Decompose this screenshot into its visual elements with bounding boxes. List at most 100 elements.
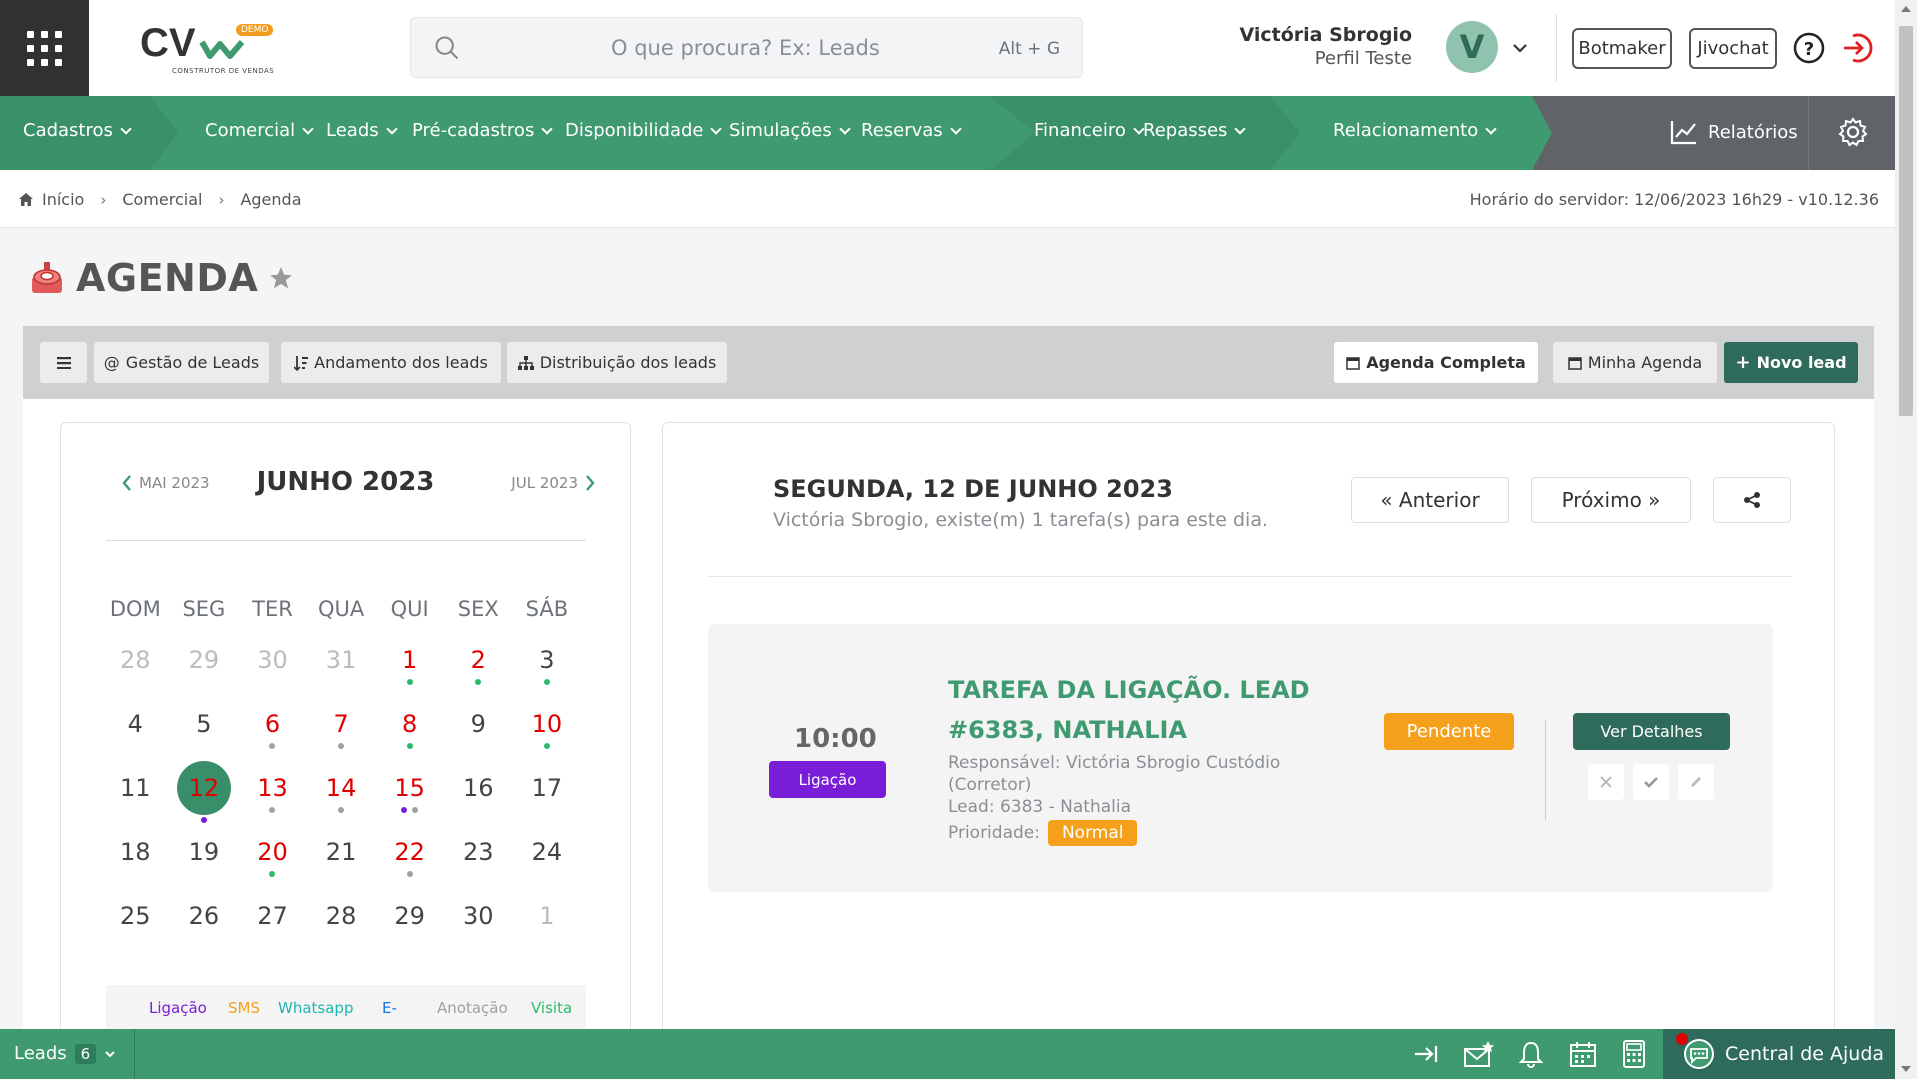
distribuicao-leads-button[interactable]: Distribuição dos leads — [507, 342, 727, 383]
divider — [1556, 14, 1557, 82]
sitemap-icon — [517, 355, 534, 370]
search-bar[interactable]: O que procura? Ex: Leads Alt + G — [410, 17, 1083, 78]
scrollbar[interactable] — [1895, 0, 1917, 1079]
task-item: 10:00 Ligação TAREFA DA LIGAÇÃO. LEAD #6… — [708, 624, 1773, 892]
next-day-button[interactable]: Próximo » — [1531, 477, 1691, 523]
agenda-icon — [32, 262, 62, 293]
calendar-day[interactable]: 28 — [307, 901, 376, 965]
nav-leads[interactable]: Leads — [326, 120, 398, 141]
complete-task-button[interactable] — [1633, 764, 1669, 800]
calculator-icon[interactable] — [1622, 1040, 1646, 1068]
gestao-leads-button[interactable]: @ Gestão de Leads — [94, 342, 269, 383]
breadcrumb-comercial[interactable]: Comercial — [122, 190, 202, 209]
calendar-day[interactable]: 6 — [238, 709, 307, 773]
star-icon[interactable] — [268, 265, 294, 291]
calendar-day[interactable]: 30 — [238, 645, 307, 709]
calendar-day[interactable]: 27 — [238, 901, 307, 965]
avatar[interactable]: V — [1446, 21, 1498, 73]
nav-financeiro[interactable]: Financeiro — [1034, 120, 1145, 141]
weekday-label: TER — [252, 597, 293, 621]
calendar-week: 18 19 20 21 22 23 24 — [101, 837, 581, 901]
logo[interactable]: CV DEMO CONSTRUTOR DE VENDAS — [140, 20, 280, 80]
breadcrumb-home[interactable]: Início — [42, 190, 84, 209]
nav-relacionamento[interactable]: Relacionamento — [1333, 120, 1497, 141]
logout-icon[interactable] — [1840, 31, 1874, 65]
collapse-right-icon[interactable] — [1412, 1040, 1440, 1068]
calendar-day[interactable]: 1 — [513, 901, 582, 965]
calendar-day[interactable]: 10 — [513, 709, 582, 773]
reports-link[interactable]: Relatórios — [1670, 119, 1798, 145]
calendar-day[interactable]: 15 — [375, 773, 444, 837]
scroll-down-arrow[interactable] — [1901, 1066, 1911, 1072]
calendar-icon — [1568, 356, 1582, 370]
legend-item: SMS — [228, 999, 260, 1017]
nav-repasses[interactable]: Repasses — [1143, 120, 1247, 141]
calendar-icon[interactable] — [1569, 1040, 1597, 1068]
calendar-day[interactable]: 19 — [170, 837, 239, 901]
calendar-day[interactable]: 29 — [375, 901, 444, 965]
help-icon[interactable]: ? — [1793, 32, 1825, 64]
nav-cadastros[interactable]: Cadastros — [23, 120, 132, 141]
novo-lead-button[interactable]: + Novo lead — [1724, 342, 1858, 383]
agenda-completa-button[interactable]: Agenda Completa — [1334, 342, 1538, 383]
agenda-toolbar: @ Gestão de Leads Andamento dos leads Dis… — [23, 326, 1874, 399]
view-details-button[interactable]: Ver Detalhes — [1573, 713, 1730, 750]
calendar-day-today[interactable]: 12 — [170, 761, 239, 837]
calendar-day[interactable]: 8 — [375, 709, 444, 773]
scroll-up-arrow[interactable] — [1901, 6, 1911, 12]
task-title[interactable]: TAREFA DA LIGAÇÃO. LEAD #6383, NATHALIA — [948, 670, 1368, 750]
user-info[interactable]: Victória Sbrogio Perfil Teste — [1240, 24, 1412, 69]
close-icon — [1600, 776, 1612, 788]
calendar-day[interactable]: 26 — [170, 901, 239, 965]
calendar-day[interactable]: 11 — [101, 773, 170, 837]
calendar-day[interactable]: 23 — [444, 837, 513, 901]
previous-day-button[interactable]: « Anterior — [1351, 477, 1509, 523]
jivochat-button[interactable]: Jivochat — [1689, 28, 1777, 69]
calendar-day[interactable]: 31 — [307, 645, 376, 709]
menu-button[interactable] — [40, 342, 87, 383]
gear-icon[interactable] — [1838, 117, 1868, 147]
calendar-day[interactable]: 24 — [513, 837, 582, 901]
calendar-day[interactable]: 22 — [375, 837, 444, 901]
calendar-day[interactable]: 18 — [101, 837, 170, 901]
scroll-thumb[interactable] — [1899, 26, 1913, 416]
nav-disponibilidade[interactable]: Disponibilidade — [565, 120, 723, 141]
calendar-day[interactable]: 17 — [513, 773, 582, 837]
help-center-button[interactable]: Central de Ajuda — [1663, 1029, 1895, 1079]
calendar-day[interactable]: 29 — [170, 645, 239, 709]
next-month-button[interactable]: JUL 2023 — [511, 474, 596, 492]
nav-simulacoes[interactable]: Simulações — [729, 120, 851, 141]
calendar-day[interactable]: 16 — [444, 773, 513, 837]
search-input[interactable]: O que procura? Ex: Leads — [611, 36, 880, 60]
apps-menu-button[interactable] — [0, 0, 89, 96]
calendar-day[interactable]: 28 — [101, 645, 170, 709]
calendar-day[interactable]: 2 — [444, 645, 513, 709]
calendar-day[interactable]: 3 — [513, 645, 582, 709]
botmaker-button[interactable]: Botmaker — [1572, 28, 1672, 69]
calendar-day[interactable]: 13 — [238, 773, 307, 837]
edit-task-button[interactable] — [1678, 764, 1714, 800]
minha-agenda-button[interactable]: Minha Agenda — [1553, 342, 1717, 383]
nav-comercial[interactable]: Comercial — [205, 120, 314, 141]
calendar-day[interactable]: 21 — [307, 837, 376, 901]
share-button[interactable] — [1713, 477, 1791, 523]
calendar-day[interactable]: 1 — [375, 645, 444, 709]
calendar-day[interactable]: 20 — [238, 837, 307, 901]
chevron-down-icon[interactable] — [1510, 38, 1530, 58]
andamento-leads-button[interactable]: Andamento dos leads — [281, 342, 501, 383]
nav-pre-cadastros[interactable]: Pré-cadastros — [412, 120, 553, 141]
calendar-day[interactable]: 30 — [444, 901, 513, 965]
nav-reservas[interactable]: Reservas — [861, 120, 962, 141]
svg-text:?: ? — [1804, 39, 1814, 60]
calendar-day[interactable]: 14 — [307, 773, 376, 837]
bell-icon[interactable] — [1518, 1040, 1544, 1068]
calendar-day[interactable]: 25 — [101, 901, 170, 965]
logo-subtitle: CONSTRUTOR DE VENDAS — [172, 67, 275, 75]
cancel-task-button[interactable] — [1588, 764, 1624, 800]
mail-star-icon[interactable] — [1463, 1040, 1495, 1068]
calendar-day[interactable]: 9 — [444, 709, 513, 773]
calendar-day[interactable]: 7 — [307, 709, 376, 773]
calendar-day[interactable]: 4 — [101, 709, 170, 773]
leads-dropdown[interactable]: Leads 6 — [14, 1043, 116, 1064]
notification-dot — [1676, 1033, 1688, 1045]
